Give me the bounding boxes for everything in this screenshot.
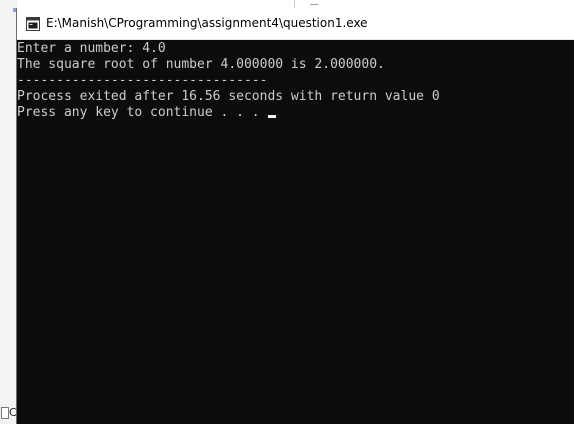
- console-output[interactable]: Enter a number: 4.0 The square root of nu…: [17, 40, 574, 424]
- text-cursor: [268, 115, 277, 118]
- console-line-process-exit: Process exited after 16.56 seconds with …: [17, 89, 440, 104]
- line-marker-icon: [310, 4, 318, 5]
- background-taskbar-item: C: [0, 404, 17, 422]
- background-taskbar-letter: C: [9, 406, 17, 419]
- console-line-separator: --------------------------------: [17, 73, 268, 88]
- background-editor-left-gutter: [0, 0, 17, 424]
- console-app-icon: [26, 17, 40, 31]
- console-line-result: The square root of number 4.000000 is 2.…: [17, 57, 385, 72]
- console-line-press-key: Press any key to continue . . .: [17, 105, 574, 121]
- console-line-input-prompt: Enter a number: 4.0: [17, 41, 166, 56]
- press-key-text: Press any key to continue . . .: [17, 105, 268, 120]
- title-bar[interactable]: E:\Manish\CProgramming\assignment4\quest…: [17, 8, 574, 40]
- pane-divider: [294, 0, 295, 8]
- console-window[interactable]: E:\Manish\CProgramming\assignment4\quest…: [17, 8, 574, 424]
- file-icon: [1, 407, 9, 419]
- window-title: E:\Manish\CProgramming\assignment4\quest…: [46, 16, 368, 30]
- background-editor-top-strip: [290, 0, 574, 8]
